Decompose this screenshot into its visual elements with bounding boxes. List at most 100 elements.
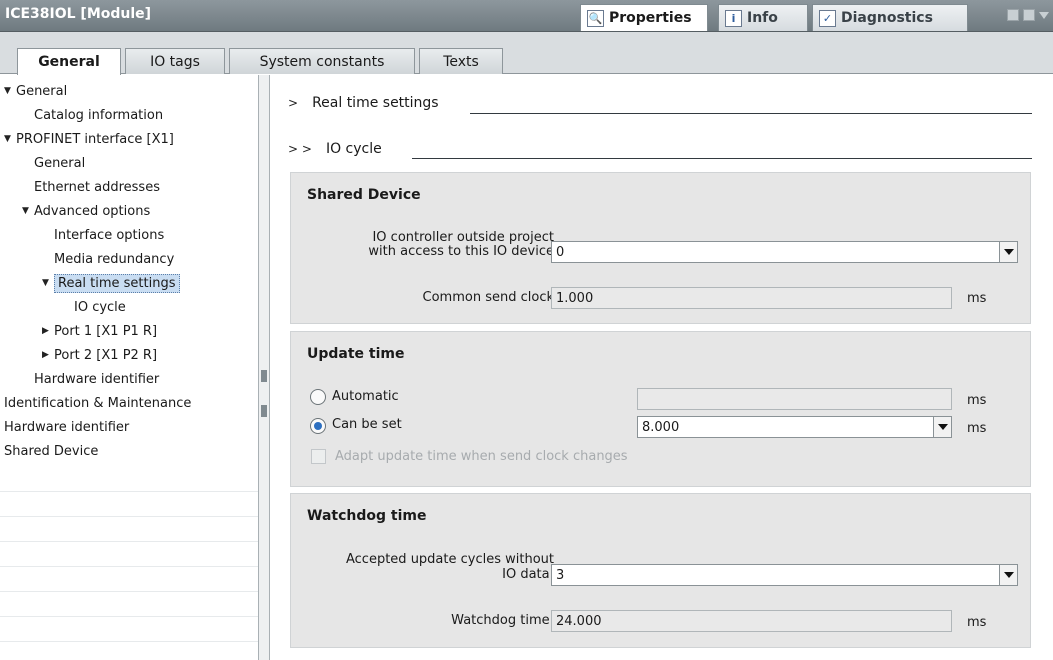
nav-item-io-cycle[interactable]: IO cycle xyxy=(0,295,258,319)
radio-automatic[interactable] xyxy=(310,389,326,405)
nav-item-label: Advanced options xyxy=(34,203,151,219)
nav-divider xyxy=(0,541,258,542)
nav-item-general[interactable]: ▼ General xyxy=(0,79,258,103)
expand-icon[interactable]: ▼ xyxy=(22,206,34,216)
expand-icon[interactable]: ▼ xyxy=(42,278,54,288)
tab-texts-label: Texts xyxy=(443,53,479,70)
nav-item-label: General xyxy=(16,83,68,99)
nav-item-ethernet-addresses[interactable]: Ethernet addresses xyxy=(0,175,258,199)
nav-item-hardware-identifier[interactable]: Hardware identifier xyxy=(0,415,258,439)
nav-item-label: Shared Device xyxy=(4,443,99,459)
nav-item-label: Port 1 [X1 P1 R] xyxy=(54,323,158,339)
expand-icon[interactable]: ▼ xyxy=(4,86,16,96)
accepted-cycles-label-line1: Accepted update cycles without xyxy=(346,552,554,567)
io-controller-label-line2: with access to this IO device xyxy=(368,244,554,259)
automatic-update-time-field xyxy=(637,388,952,410)
nav-item-advanced-options[interactable]: ▼ Advanced options xyxy=(0,199,258,223)
navigation-tree: ▼ General Catalog information ▼ PROFINET… xyxy=(0,75,258,660)
send-clock-label: Common send clock xyxy=(422,290,554,305)
settings-content: > Real time settings > > IO cycle Shared… xyxy=(270,75,1053,660)
tab-system-constants[interactable]: System constants xyxy=(229,48,415,74)
group-title: Watchdog time xyxy=(307,508,427,524)
nav-item-real-time-settings[interactable]: ▼ Real time settings xyxy=(0,271,258,295)
nav-item-catalog-information[interactable]: Catalog information xyxy=(0,103,258,127)
nav-item-identification-maintenance[interactable]: Identification & Maintenance xyxy=(0,391,258,415)
nav-item-label: Real time settings xyxy=(54,273,180,293)
nav-item-label: Hardware identifier xyxy=(34,371,160,387)
nav-divider xyxy=(0,616,258,617)
layout-icon[interactable] xyxy=(1023,9,1035,21)
expand-icon[interactable]: ▶ xyxy=(42,350,54,360)
tab-diagnostics[interactable]: ✓ Diagnostics xyxy=(812,4,968,31)
send-clock-value: 1.000 xyxy=(556,291,594,306)
nav-item-media-redundancy[interactable]: Media redundancy xyxy=(0,247,258,271)
nav-item-interface-hardware-identifier[interactable]: Hardware identifier xyxy=(0,367,258,391)
send-clock-unit: ms xyxy=(967,291,987,306)
nav-item-label: Media redundancy xyxy=(54,251,175,267)
expand-icon[interactable]: ▶ xyxy=(42,326,54,336)
tab-texts[interactable]: Texts xyxy=(419,48,503,74)
group-watchdog-time: Watchdog time Accepted update cycles wit… xyxy=(290,493,1031,648)
dropdown-arrow-icon[interactable] xyxy=(999,242,1017,262)
nav-item-label: Hardware identifier xyxy=(4,419,130,435)
section-title: IO cycle xyxy=(325,141,382,157)
can-be-set-label: Can be set xyxy=(332,417,402,432)
restore-icon[interactable] xyxy=(1007,9,1019,21)
tab-general[interactable]: General xyxy=(17,48,121,75)
collapse-left-icon[interactable] xyxy=(261,370,267,382)
section-divider xyxy=(412,158,1032,159)
io-controller-value: 0 xyxy=(556,245,565,260)
nav-item-label: Ethernet addresses xyxy=(34,179,160,195)
nav-divider xyxy=(0,491,258,492)
accepted-cycles-label-line2: IO data: xyxy=(502,567,554,582)
tab-system-constants-label: System constants xyxy=(259,53,385,70)
section-divider xyxy=(470,113,1032,114)
dropdown-arrow-icon[interactable] xyxy=(999,565,1017,585)
tab-info[interactable]: i Info xyxy=(718,4,808,31)
group-title: Shared Device xyxy=(307,187,421,203)
tab-io-tags[interactable]: IO tags xyxy=(125,48,225,74)
chevron-right-icon: > xyxy=(288,96,299,110)
adapt-update-time-checkbox[interactable] xyxy=(311,449,326,464)
section-io-cycle[interactable]: > > IO cycle xyxy=(288,141,382,157)
tab-properties[interactable]: 🔍 Properties xyxy=(580,4,708,31)
accepted-cycles-select[interactable]: 3 xyxy=(551,564,1018,586)
dropdown-arrow-icon[interactable] xyxy=(933,417,951,437)
tab-diagnostics-label: Diagnostics xyxy=(841,10,933,26)
nav-item-label: Identification & Maintenance xyxy=(4,395,192,411)
watchdog-time-value: 24.000 xyxy=(556,614,602,629)
automatic-unit: ms xyxy=(967,393,987,408)
accepted-cycles-value: 3 xyxy=(556,568,565,583)
chevron-right-icon: > > xyxy=(288,142,312,156)
expand-right-icon[interactable] xyxy=(261,405,267,417)
update-time-select[interactable]: 8.000 xyxy=(637,416,952,438)
nav-item-label: Interface options xyxy=(54,227,165,243)
nav-item-interface-general[interactable]: General xyxy=(0,151,258,175)
radio-can-be-set[interactable] xyxy=(310,418,326,434)
nav-item-shared-device[interactable]: Shared Device xyxy=(0,439,258,463)
panel-splitter[interactable] xyxy=(258,75,270,660)
nav-item-label: IO cycle xyxy=(74,299,126,315)
io-controller-select[interactable]: 0 xyxy=(551,241,1018,263)
property-tabs: General IO tags System constants Texts xyxy=(0,32,1053,75)
tab-properties-label: Properties xyxy=(609,10,692,26)
nav-item-profinet-interface[interactable]: ▼ PROFINET interface [X1] xyxy=(0,127,258,151)
expand-icon[interactable]: ▼ xyxy=(4,134,16,144)
chevron-down-icon[interactable] xyxy=(1039,12,1049,24)
group-update-time: Update time Automatic ms Can be set 8.00… xyxy=(290,331,1031,487)
automatic-label: Automatic xyxy=(332,389,399,404)
nav-item-label: PROFINET interface [X1] xyxy=(16,131,174,147)
diagnostics-icon: ✓ xyxy=(819,9,836,27)
window-title: ICE38IOL [Module] xyxy=(5,6,152,22)
nav-item-port-2[interactable]: ▶ Port 2 [X1 P2 R] xyxy=(0,343,258,367)
nav-item-port-1[interactable]: ▶ Port 1 [X1 P1 R] xyxy=(0,319,258,343)
group-title: Update time xyxy=(307,346,405,362)
nav-divider xyxy=(0,591,258,592)
nav-item-interface-options[interactable]: Interface options xyxy=(0,223,258,247)
tab-info-label: Info xyxy=(747,10,778,26)
watchdog-time-field: 24.000 xyxy=(551,610,952,632)
section-real-time-settings[interactable]: > Real time settings xyxy=(288,95,439,111)
nav-item-label: General xyxy=(34,155,86,171)
nav-item-label: Port 2 [X1 P2 R] xyxy=(54,347,158,363)
tab-io-tags-label: IO tags xyxy=(150,53,200,70)
